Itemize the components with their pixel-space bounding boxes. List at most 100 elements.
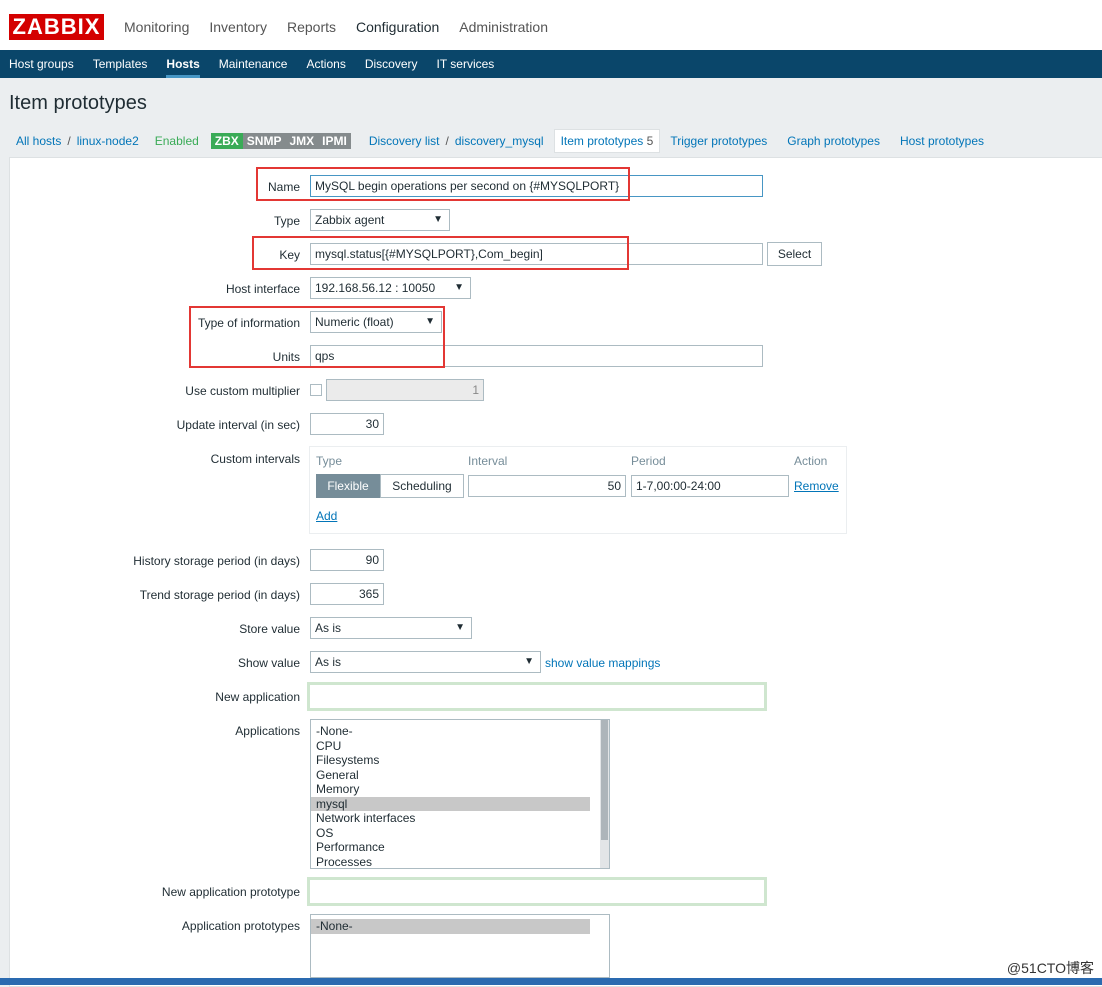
subnav-hosts[interactable]: Hosts bbox=[157, 50, 209, 78]
type-label: Type bbox=[273, 214, 300, 228]
subnav-it-services[interactable]: IT services bbox=[428, 50, 505, 78]
page-title: Item prototypes bbox=[9, 92, 147, 114]
list-item[interactable]: General bbox=[311, 768, 590, 783]
tab-trigger-prototypes[interactable]: Trigger prototypes bbox=[670, 134, 767, 148]
taskbar bbox=[0, 978, 1102, 985]
ci-header-type: Type bbox=[316, 454, 343, 468]
list-item[interactable]: -None- bbox=[311, 724, 590, 739]
chevron-down-icon: ▼ bbox=[524, 656, 534, 667]
ci-scheduling-toggle[interactable]: Scheduling bbox=[380, 474, 464, 498]
show-value-select[interactable]: As is ▼ bbox=[310, 651, 541, 673]
item-count: 5 bbox=[646, 134, 654, 148]
list-item[interactable]: Processes bbox=[311, 855, 590, 869]
type-select-value: Zabbix agent bbox=[315, 213, 385, 227]
new-application-label: New application bbox=[215, 690, 300, 704]
tag-jmx: JMX bbox=[285, 133, 319, 149]
app-prototypes-listbox[interactable]: -None- bbox=[310, 914, 610, 978]
main-nav: Monitoring Inventory Reports Configurati… bbox=[114, 0, 558, 50]
breadcrumb-all-hosts[interactable]: All hosts bbox=[16, 134, 61, 148]
update-interval-input[interactable]: 30 bbox=[310, 413, 384, 435]
breadcrumb: All hosts / linux-node2 Enabled ZBX SNMP… bbox=[9, 129, 994, 153]
zabbix-logo[interactable]: ZABBIX bbox=[9, 14, 104, 40]
custom-multiplier-checkbox[interactable] bbox=[310, 384, 322, 396]
custom-multiplier-label: Use custom multiplier bbox=[185, 384, 300, 398]
breadcrumb-host[interactable]: linux-node2 bbox=[77, 134, 139, 148]
ci-header-period: Period bbox=[631, 454, 666, 468]
list-item-selected[interactable]: mysql bbox=[311, 796, 590, 811]
custom-multiplier-input[interactable]: 1 bbox=[326, 379, 484, 401]
list-item[interactable]: Network interfaces bbox=[311, 811, 590, 826]
host-interface-select[interactable]: 192.168.56.12 : 10050 ▼ bbox=[310, 277, 471, 299]
type-select[interactable]: Zabbix agent ▼ bbox=[310, 209, 450, 231]
breadcrumb-separator: / bbox=[445, 134, 449, 148]
new-app-prototype-input[interactable] bbox=[307, 877, 767, 906]
top-header: ZABBIX Monitoring Inventory Reports Conf… bbox=[0, 0, 1102, 51]
ci-header-action: Action bbox=[794, 454, 828, 468]
tag-ipmi: IPMI bbox=[318, 133, 351, 149]
chevron-down-icon: ▼ bbox=[454, 282, 464, 293]
ci-header-interval: Interval bbox=[468, 454, 508, 468]
nav-configuration[interactable]: Configuration bbox=[346, 0, 449, 50]
subnav-discovery[interactable]: Discovery bbox=[356, 50, 428, 78]
name-label: Name bbox=[267, 180, 300, 194]
list-item[interactable]: Performance bbox=[311, 840, 590, 855]
store-value-value: As is bbox=[315, 621, 342, 635]
host-interface-value: 192.168.56.12 : 10050 bbox=[315, 281, 436, 295]
chevron-down-icon: ▼ bbox=[455, 622, 465, 633]
tag-zbx: ZBX bbox=[210, 133, 243, 149]
custom-intervals-label: Custom intervals bbox=[210, 452, 300, 466]
ci-period-input[interactable]: 1-7,00:00-24:00 bbox=[631, 475, 789, 497]
store-value-select[interactable]: As is ▼ bbox=[310, 617, 472, 639]
list-item[interactable]: OS bbox=[311, 826, 590, 841]
history-label: History storage period (in days) bbox=[133, 554, 300, 568]
trend-label: Trend storage period (in days) bbox=[139, 588, 300, 602]
applications-scrollbar[interactable] bbox=[600, 720, 609, 868]
tab-host-prototypes[interactable]: Host prototypes bbox=[900, 134, 984, 148]
scrollbar-thumb[interactable] bbox=[601, 720, 608, 840]
highlight-type-units bbox=[189, 306, 445, 368]
nav-inventory[interactable]: Inventory bbox=[199, 0, 277, 50]
new-application-input[interactable] bbox=[307, 682, 767, 711]
history-input[interactable]: 90 bbox=[310, 549, 384, 571]
new-app-prototype-label: New application prototype bbox=[161, 885, 300, 899]
list-item[interactable]: Memory bbox=[311, 782, 590, 797]
show-value-value: As is bbox=[315, 655, 342, 669]
availability-tags: ZBX SNMP JMX IPMI bbox=[210, 133, 351, 149]
tab-item-prototypes[interactable]: Item prototypes 5 bbox=[553, 129, 661, 153]
ci-flexible-toggle[interactable]: Flexible bbox=[316, 474, 380, 498]
show-value-mappings-link[interactable]: show value mappings bbox=[545, 656, 660, 670]
trend-input[interactable]: 365 bbox=[310, 583, 384, 605]
host-status[interactable]: Enabled bbox=[155, 134, 199, 148]
watermark: @51CTO博客 bbox=[1006, 960, 1094, 976]
nav-reports[interactable]: Reports bbox=[277, 0, 346, 50]
applications-listbox[interactable]: -None- CPU Filesystems General Memory my… bbox=[310, 719, 610, 869]
host-interface-label: Host interface bbox=[225, 282, 300, 296]
list-item-selected[interactable]: -None- bbox=[311, 919, 590, 934]
chevron-down-icon: ▼ bbox=[433, 214, 443, 225]
select-button[interactable]: Select bbox=[767, 242, 822, 266]
subnav-host-groups[interactable]: Host groups bbox=[0, 50, 84, 78]
update-interval-label: Update interval (in sec) bbox=[176, 418, 300, 432]
applications-label: Applications bbox=[235, 724, 300, 738]
subnav-templates[interactable]: Templates bbox=[84, 50, 158, 78]
ci-interval-input[interactable]: 50 bbox=[468, 475, 626, 497]
tag-snmp: SNMP bbox=[242, 133, 286, 149]
breadcrumb-separator: / bbox=[67, 134, 71, 148]
app-prototypes-label: Application prototypes bbox=[181, 919, 300, 933]
list-item[interactable]: Filesystems bbox=[311, 753, 590, 768]
nav-administration[interactable]: Administration bbox=[449, 0, 558, 50]
ci-remove-link[interactable]: Remove bbox=[794, 479, 839, 493]
tab-graph-prototypes[interactable]: Graph prototypes bbox=[787, 134, 880, 148]
list-item[interactable]: CPU bbox=[311, 739, 590, 754]
subnav-maintenance[interactable]: Maintenance bbox=[210, 50, 298, 78]
subnav-actions[interactable]: Actions bbox=[297, 50, 355, 78]
tab-item-prototypes-label: Item prototypes bbox=[560, 134, 644, 148]
store-value-label: Store value bbox=[239, 622, 300, 636]
sub-nav: Host groups Templates Hosts Maintenance … bbox=[0, 50, 1102, 78]
ci-add-link[interactable]: Add bbox=[316, 509, 337, 523]
show-value-label: Show value bbox=[237, 656, 300, 670]
highlight-name bbox=[256, 167, 630, 201]
breadcrumb-discovery-list[interactable]: Discovery list bbox=[369, 134, 440, 148]
nav-monitoring[interactable]: Monitoring bbox=[114, 0, 199, 50]
breadcrumb-discovery[interactable]: discovery_mysql bbox=[455, 134, 544, 148]
